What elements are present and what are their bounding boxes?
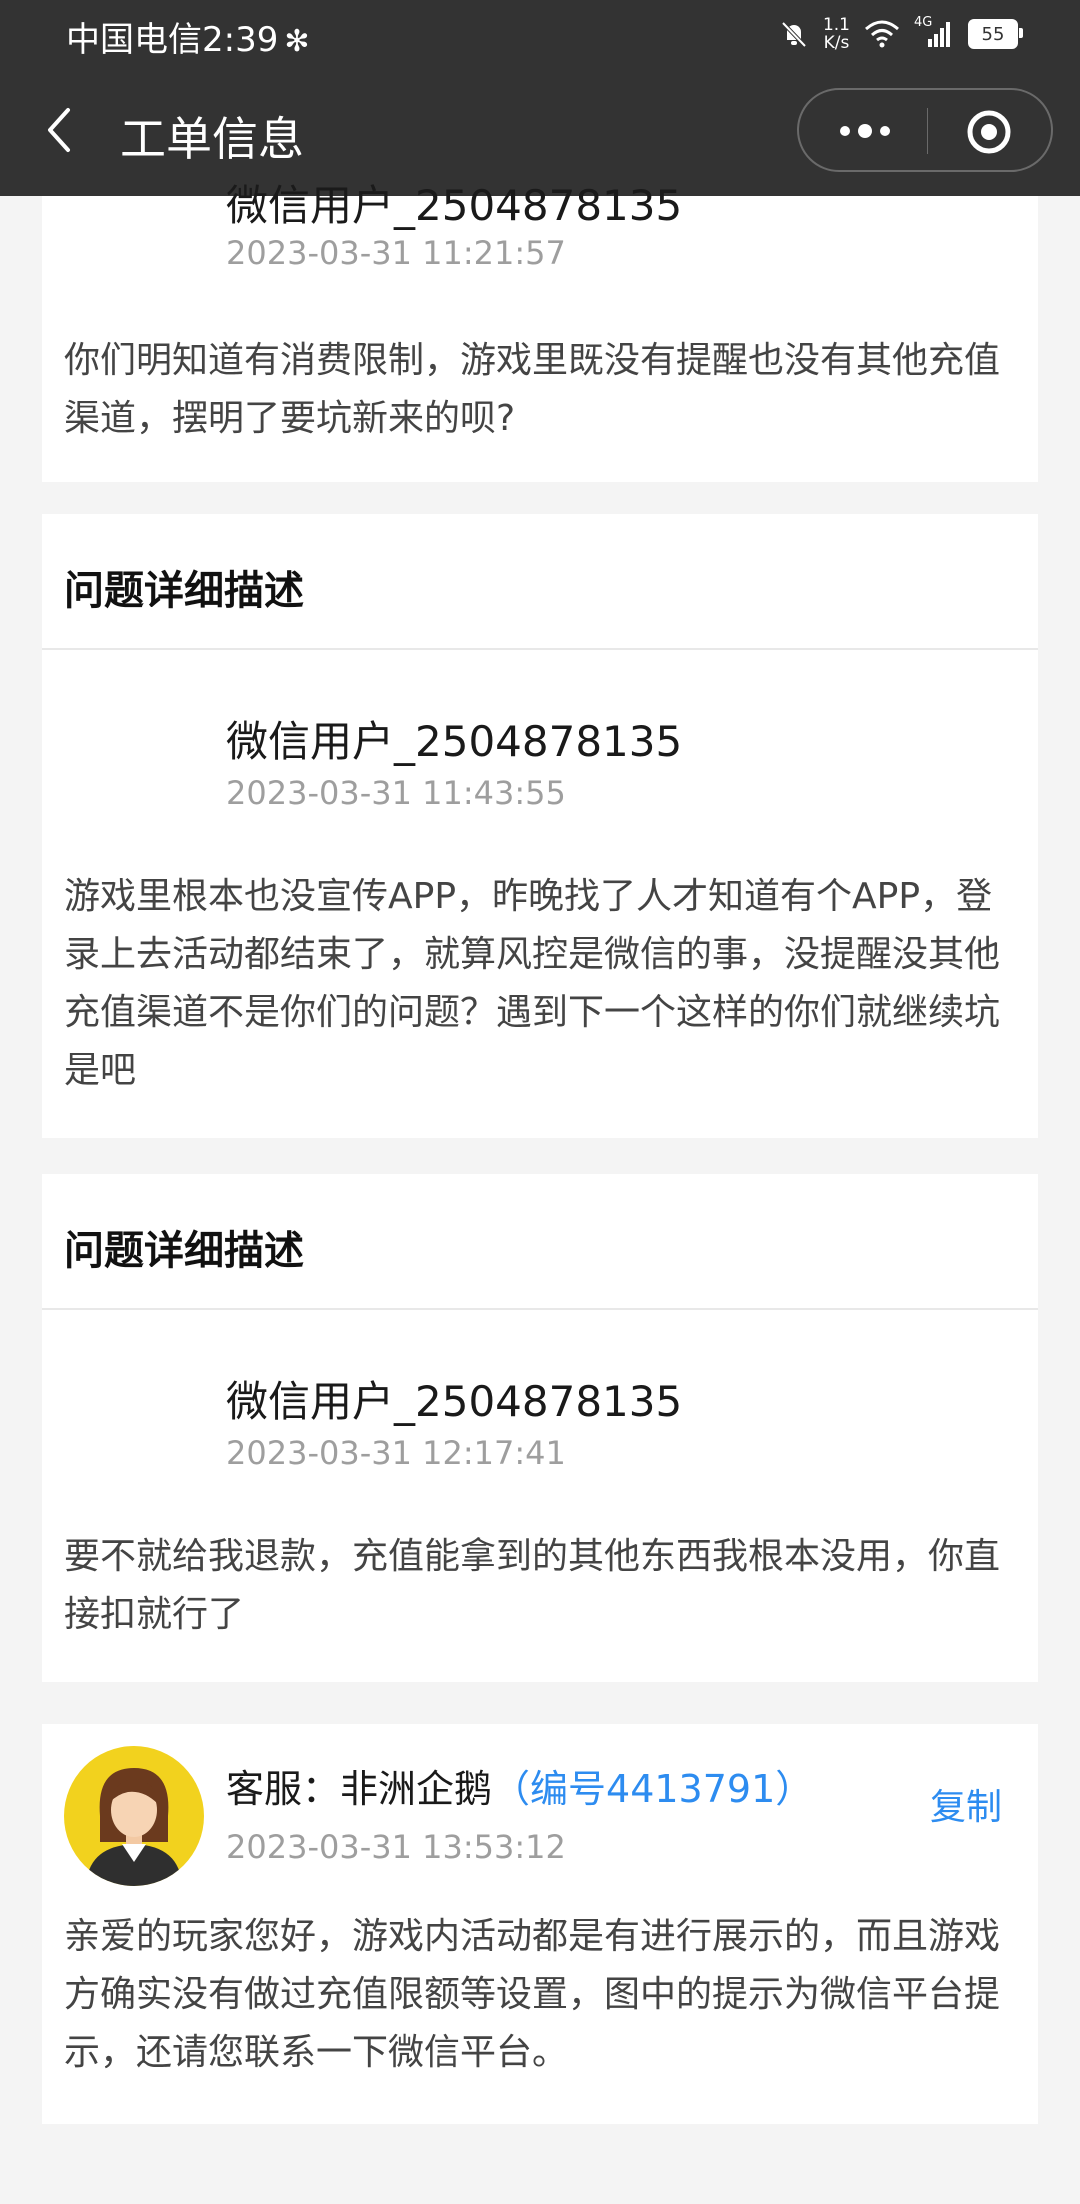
message-text: 要不就给我退款，充值能拿到的其他东西我根本没用，你直接扣就行了 xyxy=(64,1536,1001,1635)
agent-header: 客服：非洲企鹅（编号4413791） xyxy=(226,1758,813,1813)
status-right: 1.1 K/s 4G 55 xyxy=(779,12,1023,56)
message-card: 问题详细描述 微信用户_2504878135 2023-03-31 12:17:… xyxy=(42,1174,1038,1682)
user-name: 微信用户_2504878135 xyxy=(226,181,683,230)
speed-unit: K/s xyxy=(823,33,850,53)
network-speed: 1.1 K/s xyxy=(823,16,850,52)
user-name: 微信用户_2504878135 xyxy=(226,1377,683,1426)
message-text: 你们明知道有消费限制，游戏里既没有提醒也没有其他充值渠道，摆明了要坑新来的呗? xyxy=(64,340,1001,439)
message-time: 2023-03-31 11:43:55 xyxy=(226,774,566,812)
agent-avatar xyxy=(64,1746,204,1886)
capsule-divider xyxy=(927,108,928,154)
message-time: 2023-03-31 11:21:57 xyxy=(226,234,566,272)
message-card: 问题详细描述 微信用户_2504878135 2023-03-31 11:43:… xyxy=(42,514,1038,1138)
message-card: 微信用户_2504878135 2023-03-31 11:21:57 你们明知… xyxy=(42,181,1038,482)
page-title: 工单信息 xyxy=(120,112,304,166)
back-chevron-icon[interactable] xyxy=(40,102,80,158)
close-target-icon[interactable] xyxy=(967,110,1011,154)
section-title: 问题详细描述 xyxy=(42,514,1038,650)
agent-label: 客服：非洲企鹅 xyxy=(226,1767,493,1811)
message-text: 游戏里根本也没宣传APP，昨晚找了人才知道有个APP，登录上去活动都结束了，就算… xyxy=(64,876,1001,1091)
mini-program-capsule xyxy=(797,88,1053,172)
status-left: 中国电信2:39 ✻ xyxy=(66,12,310,61)
signal-icon: 4G xyxy=(914,15,954,49)
battery-icon: 55 xyxy=(968,19,1023,49)
speed-value: 1.1 xyxy=(822,15,850,35)
mute-bell-icon xyxy=(781,21,807,48)
copy-button[interactable]: 复制 xyxy=(930,1778,1002,1830)
message-time: 2023-03-31 12:17:41 xyxy=(226,1434,566,1472)
status-bar: 中国电信2:39 ✻ 1.1 K/s 4G 55 xyxy=(0,0,1080,66)
message-time: 2023-03-31 13:53:12 xyxy=(226,1828,566,1866)
agent-id: （编号4413791） xyxy=(492,1767,814,1811)
wifi-icon xyxy=(865,20,899,48)
agent-reply-card: 客服：非洲企鹅（编号4413791） 复制 2023-03-31 13:53:1… xyxy=(42,1724,1038,2124)
more-dots-icon[interactable] xyxy=(835,117,895,145)
user-name: 微信用户_2504878135 xyxy=(226,717,683,766)
section-title: 问题详细描述 xyxy=(42,1174,1038,1310)
bluetooth-icon: ✻ xyxy=(284,24,310,59)
battery-level: 55 xyxy=(981,23,1005,45)
carrier-time: 中国电信2:39 xyxy=(66,20,279,60)
message-text: 亲爱的玩家您好，游戏内活动都是有进行展示的，而且游戏方确实没有做过充值限额等设置… xyxy=(64,1916,1001,2073)
